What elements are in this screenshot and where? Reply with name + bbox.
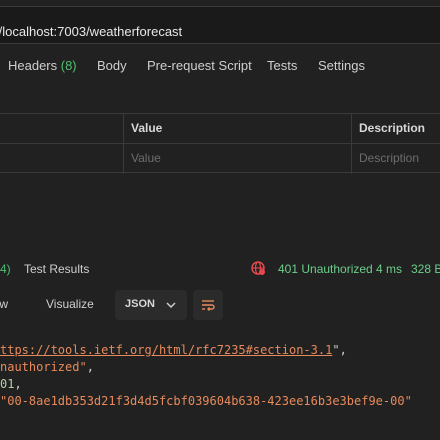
headers-count: (8) [57,58,77,73]
type-link[interactable]: ttps://tools.ietf.org/html/rfc7235#secti… [0,343,332,357]
chevron-down-icon [166,302,176,309]
title-value: nauthorized" [0,360,87,374]
column-header-description: Description [359,121,426,135]
view-mode-toggle: iew Visualize [0,290,106,320]
trace-id-value: "00-8ae1db353d21f3d4d5fcbf039604b638-423… [0,394,412,408]
column-divider [351,114,352,144]
url-bar[interactable]: //localhost:7003/weatherforecast [0,6,440,44]
description-input[interactable]: Description [359,151,419,165]
request-tabs: Headers (8) Body Pre-request Script Test… [0,58,440,78]
code-line: 01, [0,376,22,392]
tab-body[interactable]: Body [97,58,127,73]
column-divider [351,144,352,174]
response-bar: 4) Test Results 401 Unauthorized 4 ms 32… [0,260,440,280]
wrap-lines-icon [202,300,215,311]
punctuation: ", [332,343,347,357]
column-divider [123,144,124,174]
code-line: ttps://tools.ietf.org/html/rfc7235#secti… [0,342,347,358]
code-line: "00-8ae1db353d21f3d4d5fcbf039604b638-423… [0,393,412,409]
tab-tests[interactable]: Tests [267,58,297,73]
wrap-lines-button[interactable] [193,290,223,320]
column-divider [123,114,124,144]
params-table: Value Description Value Description [0,113,440,174]
tab-pre-request-script[interactable]: Pre-request Script [147,58,252,73]
visualize-button[interactable]: Visualize [46,297,94,311]
globe-error-icon[interactable] [250,260,266,276]
api-client-window: //localhost:7003/weatherforecast Headers… [0,0,440,440]
status-value: 01 [0,377,15,391]
url-input[interactable]: //localhost:7003/weatherforecast [0,24,182,39]
tab-headers[interactable]: Headers (8) [8,58,77,73]
preview-button[interactable]: iew [0,297,8,311]
table-header-row: Value Description [0,113,440,144]
response-time[interactable]: 4 ms [376,262,402,276]
punctuation: , [14,377,22,391]
format-select[interactable]: JSON [115,290,187,320]
code-line: nauthorized", [0,359,94,375]
response-tab-count[interactable]: 4) [0,262,11,276]
value-input[interactable]: Value [131,151,161,165]
tab-headers-label: Headers [8,58,58,73]
status-code[interactable]: 401 Unauthorized [278,262,373,276]
tab-settings[interactable]: Settings [318,58,365,73]
table-row: Value Description [0,143,440,174]
response-size[interactable]: 328 B [411,262,440,276]
column-header-value: Value [131,121,163,135]
format-label: JSON [125,298,155,310]
punctuation: , [86,360,94,374]
tab-test-results[interactable]: Test Results [24,262,89,276]
